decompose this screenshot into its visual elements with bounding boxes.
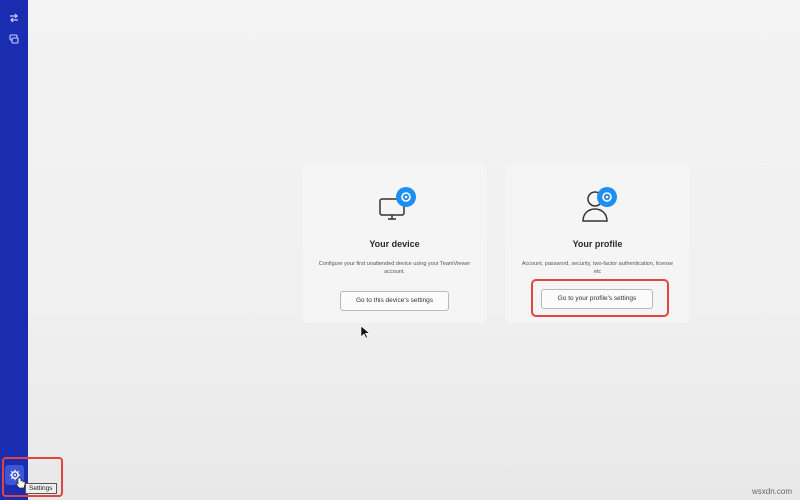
device-card-title: Your device [369,239,420,249]
hand-cursor-icon [15,477,25,489]
device-card-description: Configure your first unattended device u… [318,261,471,275]
profile-card-description: Account, password, security, two-factor … [521,261,674,275]
settings-tooltip: Settings [25,483,57,494]
remote-chat-icon[interactable] [8,33,20,45]
swap-arrows-icon[interactable] [8,12,20,24]
watermark: wsxdn.com [751,487,792,496]
device-card: Your device Configure your first unatten… [302,165,487,323]
mouse-cursor-icon [360,325,370,339]
profile-button-highlight [531,279,669,317]
sidebar [0,0,28,500]
monitor-gear-icon [374,185,418,225]
profile-card-title: Your profile [572,239,623,249]
user-gear-icon [577,185,621,225]
device-settings-button[interactable]: Go to this device's settings [340,291,449,311]
